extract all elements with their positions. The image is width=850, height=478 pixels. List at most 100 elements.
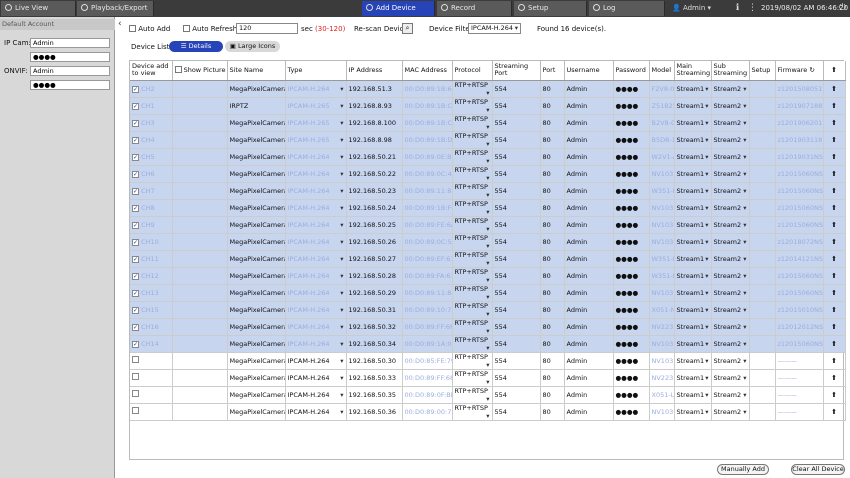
auto-add-checkbox[interactable]: Auto Add xyxy=(129,24,170,34)
col-ip-address[interactable]: IP Address xyxy=(346,61,403,81)
table-row[interactable]: ✓ CH11 MegaPixelCameraIPCAM-H.264192.168.… xyxy=(130,250,846,268)
protocol-select[interactable]: RTP+RTSP xyxy=(452,284,493,302)
col-port[interactable]: Port xyxy=(540,61,565,81)
protocol-select[interactable]: RTP+RTSP xyxy=(452,148,493,166)
main-streaming-select[interactable]: Stream1 xyxy=(674,250,712,268)
upgrade-icon[interactable]: ⬆ xyxy=(823,386,846,404)
add-to-view-cell[interactable]: ✓ CH10 xyxy=(130,233,173,251)
table-row[interactable]: ✓ CH14 MegaPixelCameraIPCAM-H.264192.168.… xyxy=(130,335,846,353)
protocol-select[interactable]: RTP+RTSP xyxy=(452,233,493,251)
col-mac-address[interactable]: MAC Address xyxy=(402,61,453,81)
upgrade-icon[interactable]: ⬆ xyxy=(823,97,846,115)
type-cell[interactable]: IPCAM-H.265 xyxy=(285,131,347,149)
protocol-select[interactable]: RTP+RTSP xyxy=(452,131,493,149)
col-model[interactable]: Model xyxy=(649,61,675,81)
upgrade-icon[interactable]: ⬆ xyxy=(823,284,846,302)
add-to-view-cell[interactable]: ✓ CH5 xyxy=(130,148,173,166)
upgrade-icon[interactable]: ⬆ xyxy=(823,301,846,319)
sub-streaming-select[interactable]: Stream2 xyxy=(711,148,750,166)
protocol-select[interactable]: RTP+RTSP xyxy=(452,301,493,319)
add-to-view-cell[interactable]: ✓ CH8 xyxy=(130,199,173,217)
protocol-select[interactable]: RTP+RTSP xyxy=(452,352,493,370)
protocol-select[interactable]: RTP+RTSP xyxy=(452,386,493,404)
protocol-select[interactable]: RTP+RTSP xyxy=(452,335,493,353)
protocol-select[interactable]: RTP+RTSP xyxy=(452,80,493,98)
collapse-sidebar-icon[interactable]: ‹ xyxy=(118,19,122,29)
type-cell[interactable]: IPCAM-H.264 xyxy=(285,386,347,404)
refresh-icon[interactable]: ↻ xyxy=(809,66,814,74)
sub-streaming-select[interactable]: Stream2 xyxy=(711,97,750,115)
type-cell[interactable]: IPCAM-H.264 xyxy=(285,182,347,200)
add-to-view-cell[interactable]: ✓ CH3 xyxy=(130,114,173,132)
show-picture-checkbox[interactable] xyxy=(174,66,182,74)
table-row[interactable]: ✓ CH4 MegaPixelCameraIPCAM-H.265192.168.8… xyxy=(130,131,846,149)
onvif-username-input[interactable]: Admin xyxy=(30,66,110,76)
main-streaming-select[interactable]: Stream1 xyxy=(674,165,712,183)
main-streaming-select[interactable]: Stream1 xyxy=(674,301,712,319)
add-to-view-cell[interactable]: ✓ CH12 xyxy=(130,267,173,285)
sub-streaming-select[interactable]: Stream2 xyxy=(711,301,750,319)
add-to-view-checkbox[interactable]: ✓ xyxy=(132,102,139,110)
add-to-view-checkbox[interactable] xyxy=(132,390,139,397)
add-to-view-cell[interactable]: ✓ CH4 xyxy=(130,131,173,149)
add-to-view-cell[interactable] xyxy=(130,352,173,370)
type-cell[interactable]: IPCAM-H.264 xyxy=(285,199,347,217)
main-streaming-select[interactable]: Stream1 xyxy=(674,267,712,285)
col-add-to-view[interactable]: Device add to view xyxy=(130,61,173,81)
menu-icon[interactable]: ⋮ xyxy=(746,2,759,15)
upgrade-icon[interactable]: ⬆ xyxy=(823,403,846,421)
col-show-picture[interactable]: Show Picture xyxy=(172,61,228,81)
tab-add-device[interactable]: Add Device xyxy=(362,1,435,16)
add-to-view-checkbox[interactable]: ✓ xyxy=(132,323,139,331)
add-to-view-cell[interactable]: ✓ CH13 xyxy=(130,284,173,302)
main-streaming-select[interactable]: Stream1 xyxy=(674,199,712,217)
protocol-select[interactable]: RTP+RTSP xyxy=(452,114,493,132)
sub-streaming-select[interactable]: Stream2 xyxy=(711,165,750,183)
col-sub-streaming[interactable]: Sub Streaming xyxy=(711,61,750,81)
type-cell[interactable]: IPCAM-H.264 xyxy=(285,403,347,421)
main-streaming-select[interactable]: Stream1 xyxy=(674,114,712,132)
add-to-view-checkbox[interactable]: ✓ xyxy=(132,306,139,314)
col-firmware[interactable]: Firmware ↻ xyxy=(775,61,824,81)
manually-add-button[interactable]: Manually Add xyxy=(717,464,769,475)
type-cell[interactable]: IPCAM-H.264 xyxy=(285,352,347,370)
sub-streaming-select[interactable]: Stream2 xyxy=(711,318,750,336)
add-to-view-checkbox[interactable]: ✓ xyxy=(132,204,139,212)
user-menu[interactable]: 👤 Admin ▾ xyxy=(672,0,711,17)
add-to-view-cell[interactable]: ✓ CH15 xyxy=(130,301,173,319)
type-cell[interactable]: IPCAM-H.264 xyxy=(285,369,347,387)
main-streaming-select[interactable]: Stream1 xyxy=(674,284,712,302)
protocol-select[interactable]: RTP+RTSP xyxy=(452,250,493,268)
add-to-view-cell[interactable] xyxy=(130,369,173,387)
main-streaming-select[interactable]: Stream1 xyxy=(674,403,712,421)
device-filter-select[interactable]: IPCAM-H.264 xyxy=(468,23,521,34)
table-row[interactable]: ✓ CH12 MegaPixelCameraIPCAM-H.264192.168.… xyxy=(130,267,846,285)
upgrade-icon[interactable]: ⬆ xyxy=(823,318,846,336)
upgrade-icon[interactable]: ⬆ xyxy=(823,352,846,370)
main-streaming-select[interactable]: Stream1 xyxy=(674,216,712,234)
tab-playback-export[interactable]: Playback/Export xyxy=(77,1,154,16)
col-type[interactable]: Type xyxy=(285,61,347,81)
clear-all-device-button[interactable]: Clear All Device xyxy=(791,464,845,475)
type-cell[interactable]: IPCAM-H.264 xyxy=(285,80,347,98)
add-to-view-cell[interactable]: ✓ CH7 xyxy=(130,182,173,200)
tab-live-view[interactable]: Live View xyxy=(1,1,76,16)
table-row[interactable]: ✓ CH13 MegaPixelCameraIPCAM-H.264192.168.… xyxy=(130,284,846,302)
upgrade-icon[interactable]: ⬆ xyxy=(823,233,846,251)
main-streaming-select[interactable]: Stream1 xyxy=(674,131,712,149)
col-password[interactable]: Password xyxy=(613,61,650,81)
sub-streaming-select[interactable]: Stream2 xyxy=(711,233,750,251)
upgrade-icon[interactable]: ⬆ xyxy=(823,131,846,149)
table-row[interactable]: MegaPixelCameraIPCAM-H.264192.168.50.330… xyxy=(130,369,846,387)
table-row[interactable]: ✓ CH3 MegaPixelCameraIPCAM-H.265192.168.8… xyxy=(130,114,846,132)
type-cell[interactable]: IPCAM-H.264 xyxy=(285,148,347,166)
upgrade-icon[interactable]: ⬆ xyxy=(823,148,846,166)
tab-log[interactable]: Log xyxy=(589,1,665,16)
main-streaming-select[interactable]: Stream1 xyxy=(674,148,712,166)
add-to-view-checkbox[interactable] xyxy=(132,356,139,363)
add-to-view-checkbox[interactable]: ✓ xyxy=(132,255,139,263)
add-to-view-cell[interactable]: ✓ CH14 xyxy=(130,335,173,353)
ip-cam-password-input[interactable]: ●●●● xyxy=(30,52,110,62)
details-view-button[interactable]: ☰ Details xyxy=(169,41,223,52)
power-icon[interactable]: ⏻ xyxy=(836,2,849,15)
